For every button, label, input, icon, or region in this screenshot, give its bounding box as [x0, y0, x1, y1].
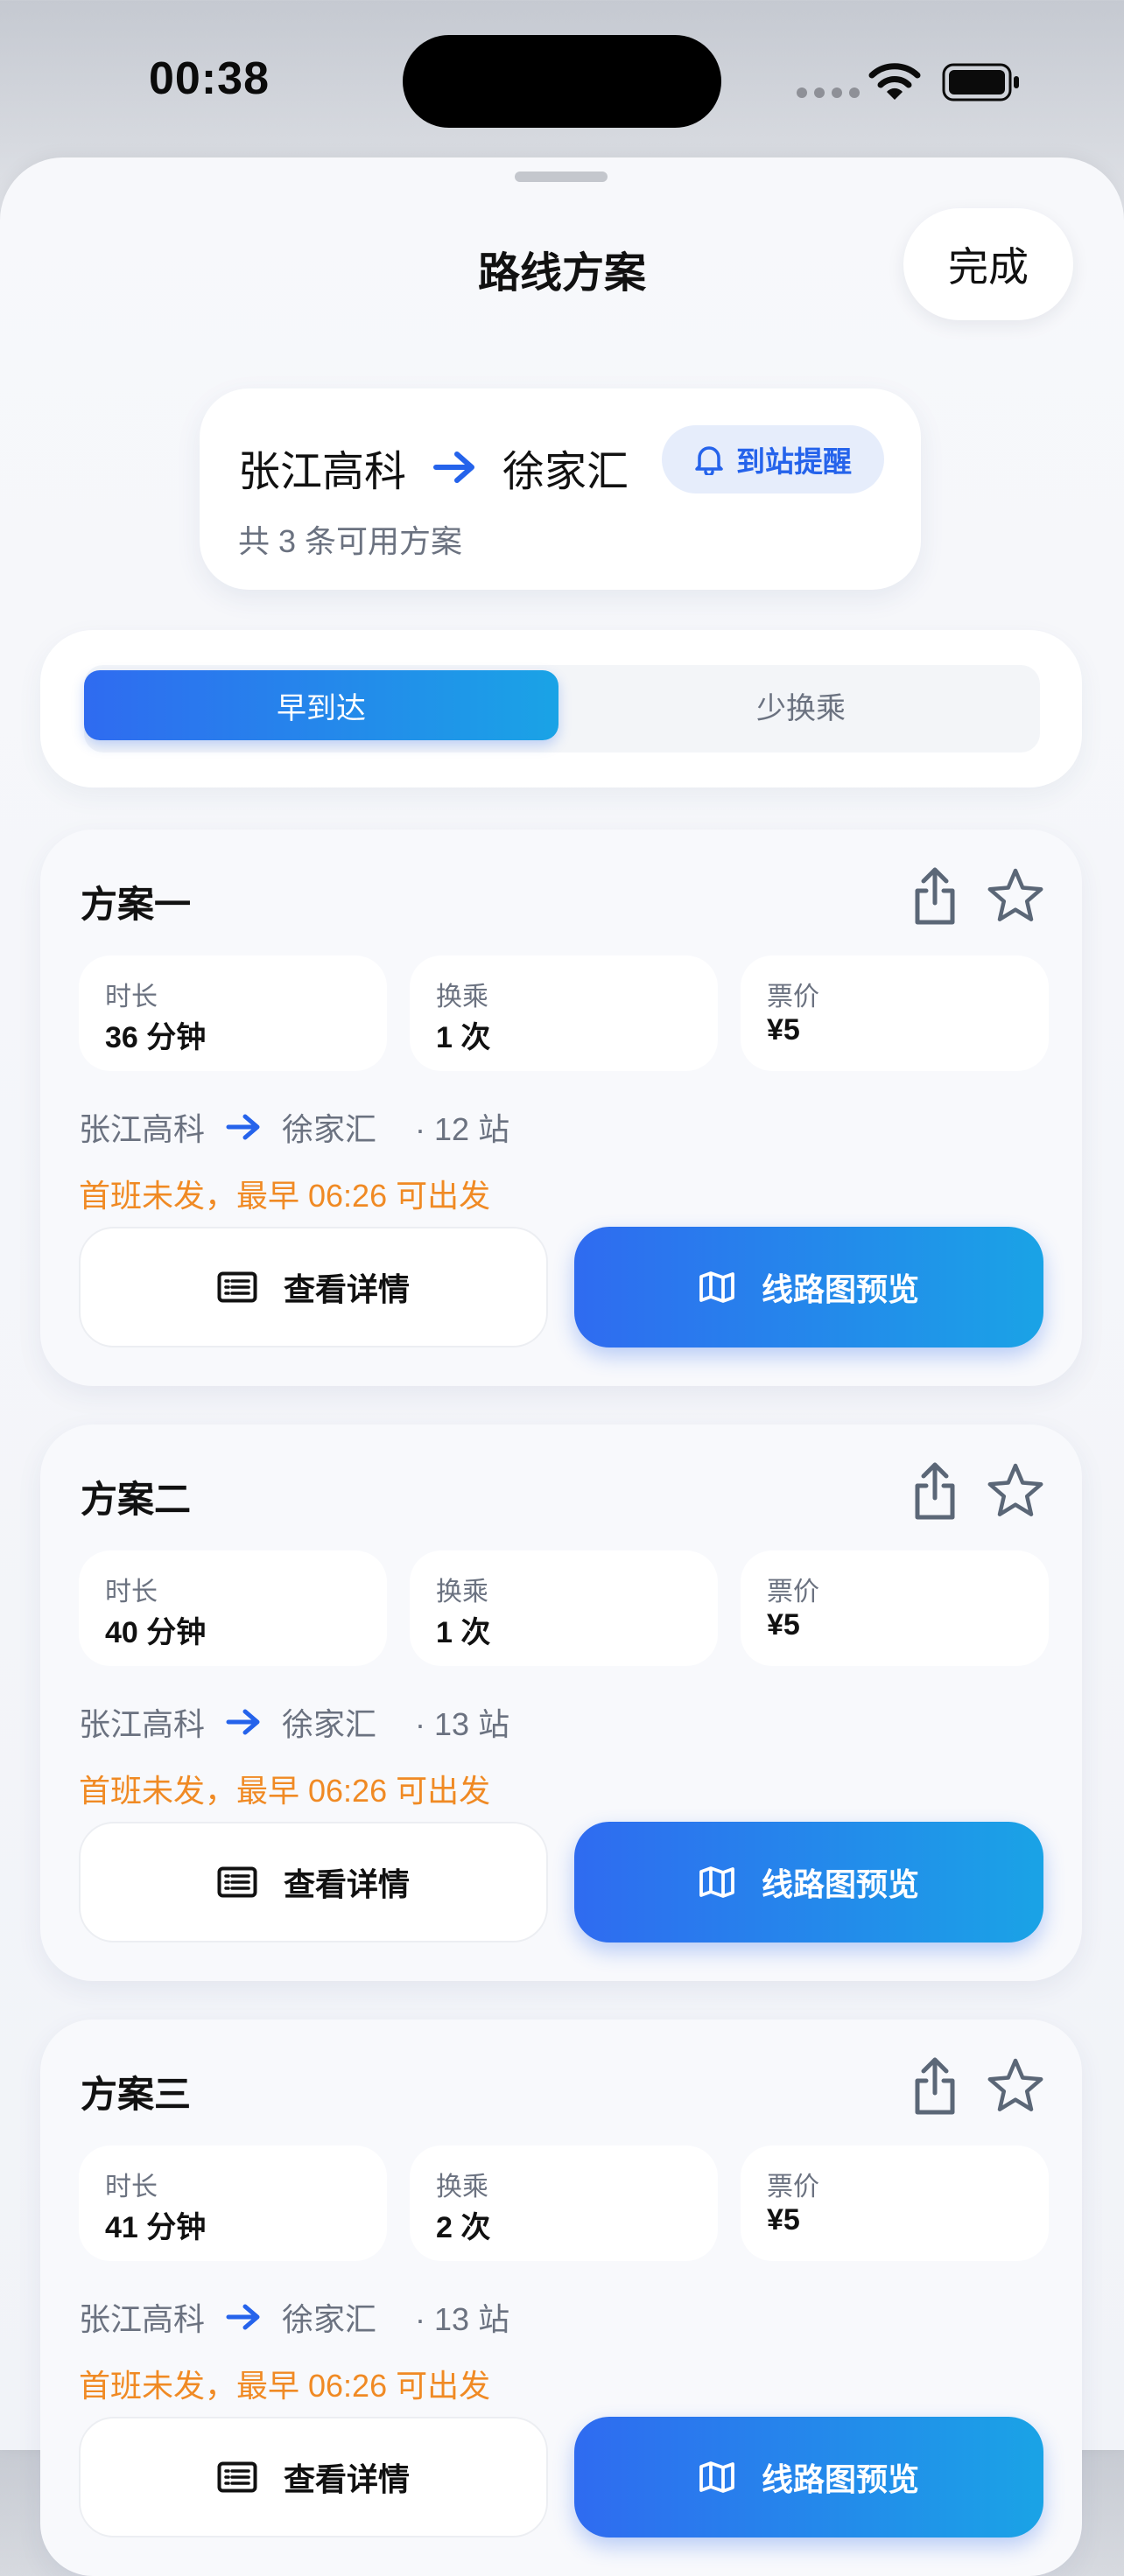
segment-earliest-arrival[interactable]: 早到达: [84, 670, 558, 740]
view-details-label: 查看详情: [283, 2461, 410, 2497]
stat-duration: 时长 41 分钟: [79, 2146, 387, 2261]
plan-route: 张江高科 徐家汇 · 12 站: [79, 1104, 509, 1150]
stat-value: 36 分钟: [105, 1021, 207, 1054]
route-map-preview-button[interactable]: 线路图预览: [574, 1822, 1043, 1942]
done-button[interactable]: 完成: [903, 208, 1073, 320]
stat-value: 1 次: [436, 1616, 491, 1649]
sort-segmented-control: 早到达 少换乘: [84, 665, 1040, 752]
stat-transfers: 换乘 1 次: [410, 956, 718, 1071]
stat-label: 换乘: [436, 983, 488, 1012]
segment-fewest-transfers[interactable]: 少换乘: [564, 670, 1038, 740]
list-icon: [217, 1866, 257, 1898]
stat-value: 41 分钟: [105, 2211, 207, 2244]
stat-fare: 票价 ¥5: [741, 956, 1049, 1071]
plan-card: 方案一 时长 36 分钟 换乘 1 次 票价 ¥5 张江高科 徐家汇 · 12 …: [40, 830, 1082, 1386]
stat-transfers: 换乘 2 次: [410, 2146, 718, 2261]
list-icon: [217, 1271, 257, 1303]
origin-station: 张江高科: [238, 449, 407, 495]
stat-label: 时长: [105, 2173, 158, 2202]
stat-duration: 时长 36 分钟: [79, 956, 387, 1071]
plan-title: 方案三: [81, 2074, 192, 2115]
status-bar: 00:38: [0, 0, 1124, 158]
view-details-button[interactable]: 查看详情: [79, 1227, 548, 1348]
plan-route: 张江高科 徐家汇 · 13 站: [79, 1699, 509, 1745]
plan-origin: 张江高科: [79, 2301, 206, 2337]
stat-transfers: 换乘 1 次: [410, 1550, 718, 1666]
route-map-preview-button[interactable]: 线路图预览: [574, 1227, 1043, 1348]
status-time: 00:38: [149, 53, 270, 104]
star-icon[interactable]: [986, 866, 1045, 926]
stat-duration: 时长 40 分钟: [79, 1550, 387, 1666]
plan-card: 方案二 时长 40 分钟 换乘 1 次 票价 ¥5 张江高科 徐家汇 · 13 …: [40, 1424, 1082, 1981]
map-icon: [699, 1866, 734, 1898]
list-icon: [217, 2461, 257, 2493]
arrow-right-icon: [226, 1709, 260, 1735]
battery-icon: [942, 63, 1019, 102]
sort-segment-card: 早到达 少换乘: [40, 630, 1082, 788]
plan-stop-count: · 13 站: [415, 1706, 510, 1742]
plan-departure-note: 首班未发，最早 06:26 可出发: [79, 2368, 491, 2404]
view-details-label: 查看详情: [283, 1271, 410, 1307]
stat-label: 换乘: [436, 1578, 488, 1606]
bell-icon: [695, 446, 723, 475]
map-icon: [699, 1271, 734, 1303]
stat-value: 1 次: [436, 1021, 491, 1054]
dynamic-island: [403, 35, 721, 128]
arrival-reminder-button[interactable]: 到站提醒: [662, 425, 884, 494]
sheet-grabber[interactable]: [515, 172, 608, 182]
share-icon[interactable]: [907, 864, 963, 928]
plan-card: 方案三 时长 41 分钟 换乘 2 次 票价 ¥5 张江高科 徐家汇 · 13 …: [40, 2020, 1082, 2576]
stat-label: 时长: [105, 983, 158, 1012]
stat-fare: 票价 ¥5: [741, 1550, 1049, 1666]
route-map-preview-label: 线路图预览: [761, 2461, 919, 2497]
arrow-right-icon: [226, 1114, 260, 1140]
stat-value: ¥5: [767, 2203, 800, 2236]
plan-stop-count: · 12 站: [415, 1111, 510, 1147]
view-details-button[interactable]: 查看详情: [79, 2417, 548, 2538]
plan-departure-note: 首班未发，最早 06:26 可出发: [79, 1773, 491, 1809]
route-summary-card: 张江高科 徐家汇 到站提醒 共 3 条可用方案: [200, 388, 921, 590]
stat-label: 换乘: [436, 2173, 488, 2202]
stat-value: 40 分钟: [105, 1616, 207, 1649]
view-details-button[interactable]: 查看详情: [79, 1822, 548, 1942]
stat-label: 票价: [767, 2173, 819, 2202]
plan-origin: 张江高科: [79, 1706, 206, 1742]
stat-label: 票价: [767, 983, 819, 1012]
star-icon[interactable]: [986, 2056, 1045, 2116]
cellular-signal-icon: [797, 88, 860, 98]
wifi-icon: [868, 63, 921, 100]
stat-fare: 票价 ¥5: [741, 2146, 1049, 2261]
plan-destination: 徐家汇: [282, 1111, 377, 1147]
stat-value: ¥5: [767, 1608, 800, 1642]
stat-label: 时长: [105, 1578, 158, 1606]
stat-value: 2 次: [436, 2211, 491, 2244]
stat-label: 票价: [767, 1578, 819, 1606]
arrival-reminder-label: 到站提醒: [736, 445, 852, 478]
plan-destination: 徐家汇: [282, 1706, 377, 1742]
arrow-right-icon: [433, 452, 475, 483]
share-icon[interactable]: [907, 1460, 963, 1522]
plan-title: 方案二: [81, 1479, 192, 1520]
map-icon: [699, 2461, 734, 2493]
plan-stop-count: · 13 站: [415, 2301, 510, 2337]
plan-stats: 时长 40 分钟 换乘 1 次 票价 ¥5: [79, 1550, 1049, 1666]
star-icon[interactable]: [986, 1461, 1045, 1521]
destination-station: 徐家汇: [502, 449, 629, 495]
plan-origin: 张江高科: [79, 1111, 206, 1147]
plan-route: 张江高科 徐家汇 · 13 站: [79, 2294, 509, 2340]
plan-count-text: 共 3 条可用方案: [238, 523, 463, 559]
route-map-preview-label: 线路图预览: [761, 1866, 919, 1902]
plan-destination: 徐家汇: [282, 2301, 377, 2337]
plan-stats: 时长 36 分钟 换乘 1 次 票价 ¥5: [79, 956, 1049, 1071]
plan-stats: 时长 41 分钟 换乘 2 次 票价 ¥5: [79, 2146, 1049, 2261]
view-details-label: 查看详情: [283, 1866, 410, 1902]
route-map-preview-label: 线路图预览: [761, 1271, 919, 1307]
plan-departure-note: 首班未发，最早 06:26 可出发: [79, 1178, 491, 1214]
share-icon[interactable]: [907, 2054, 963, 2118]
stat-value: ¥5: [767, 1013, 800, 1046]
plan-title: 方案一: [81, 884, 192, 925]
route-map-preview-button[interactable]: 线路图预览: [574, 2417, 1043, 2538]
arrow-right-icon: [226, 2304, 260, 2330]
